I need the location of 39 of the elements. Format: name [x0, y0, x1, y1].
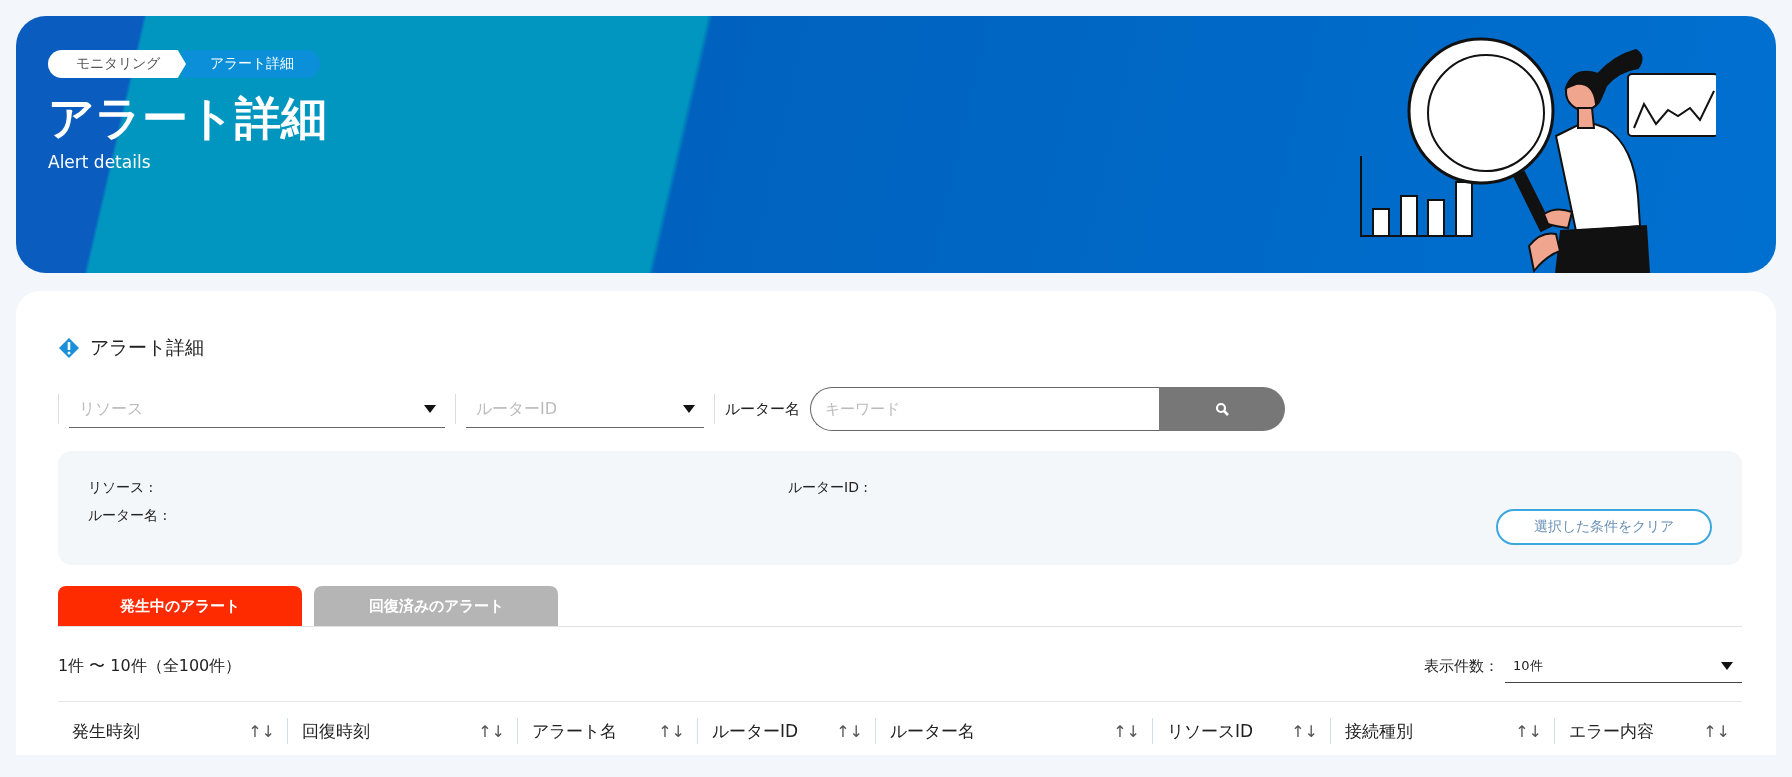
- page-title: アラート詳細: [48, 90, 327, 146]
- column-header[interactable]: 接続種別 ↑↓: [1331, 718, 1555, 744]
- sort-icon[interactable]: ↑↓: [1291, 721, 1318, 741]
- sort-icon[interactable]: ↑↓: [836, 721, 863, 741]
- dropdown-field[interactable]: ルーターID: [474, 398, 674, 419]
- column-header[interactable]: ルーター名 ↑↓: [876, 718, 1153, 744]
- criteria-label: ルーター名 :: [88, 507, 169, 525]
- search-field[interactable]: キーワード: [810, 387, 1159, 431]
- tab[interactable]: 発生中のアラート: [58, 586, 302, 626]
- column-header[interactable]: リソースID ↑↓: [1153, 718, 1331, 744]
- column-header[interactable]: 発生時刻 ↑↓: [58, 718, 288, 744]
- sort-icon[interactable]: ↑↓: [1703, 721, 1730, 741]
- sort-icon[interactable]: ↑↓: [248, 721, 275, 741]
- page-size-dropdown[interactable]: 10件: [1505, 649, 1742, 683]
- criteria-label: ルーターID :: [788, 479, 870, 497]
- sort-icon[interactable]: ↑↓: [1113, 721, 1140, 741]
- clear-button[interactable]: 選択した条件をクリア: [1496, 509, 1712, 545]
- caret-icon: [423, 403, 437, 414]
- caret-icon: [682, 403, 696, 414]
- caret-icon: [1720, 660, 1734, 671]
- column-header[interactable]: ルーターID ↑↓: [698, 718, 876, 744]
- breadcrumb-item[interactable]: モニタリング: [48, 50, 186, 78]
- criteria-label: リソース :: [88, 479, 155, 497]
- column-header[interactable]: アラート名 ↑↓: [518, 718, 698, 744]
- sort-icon[interactable]: ↑↓: [658, 721, 685, 741]
- page-subtitle: Alert details: [48, 152, 152, 172]
- column-header[interactable]: 回復時刻 ↑↓: [288, 718, 518, 744]
- column-header[interactable]: エラー内容 ↑↓: [1555, 718, 1742, 744]
- sort-icon[interactable]: ↑↓: [478, 721, 505, 741]
- section-title: アラート詳細: [90, 335, 204, 360]
- field-label: ルーター名: [725, 399, 800, 419]
- sort-icon[interactable]: ↑↓: [1515, 721, 1542, 741]
- dropdown-field[interactable]: リソース: [77, 398, 415, 419]
- search-icon: [1215, 402, 1229, 416]
- field-label: 表示件数：: [1424, 656, 1499, 676]
- result-count: 1件 〜 10件（全100件）: [58, 655, 242, 677]
- breadcrumb-item[interactable]: アラート詳細: [182, 50, 320, 78]
- alert-icon: [58, 337, 80, 359]
- search-button[interactable]: [1159, 387, 1285, 431]
